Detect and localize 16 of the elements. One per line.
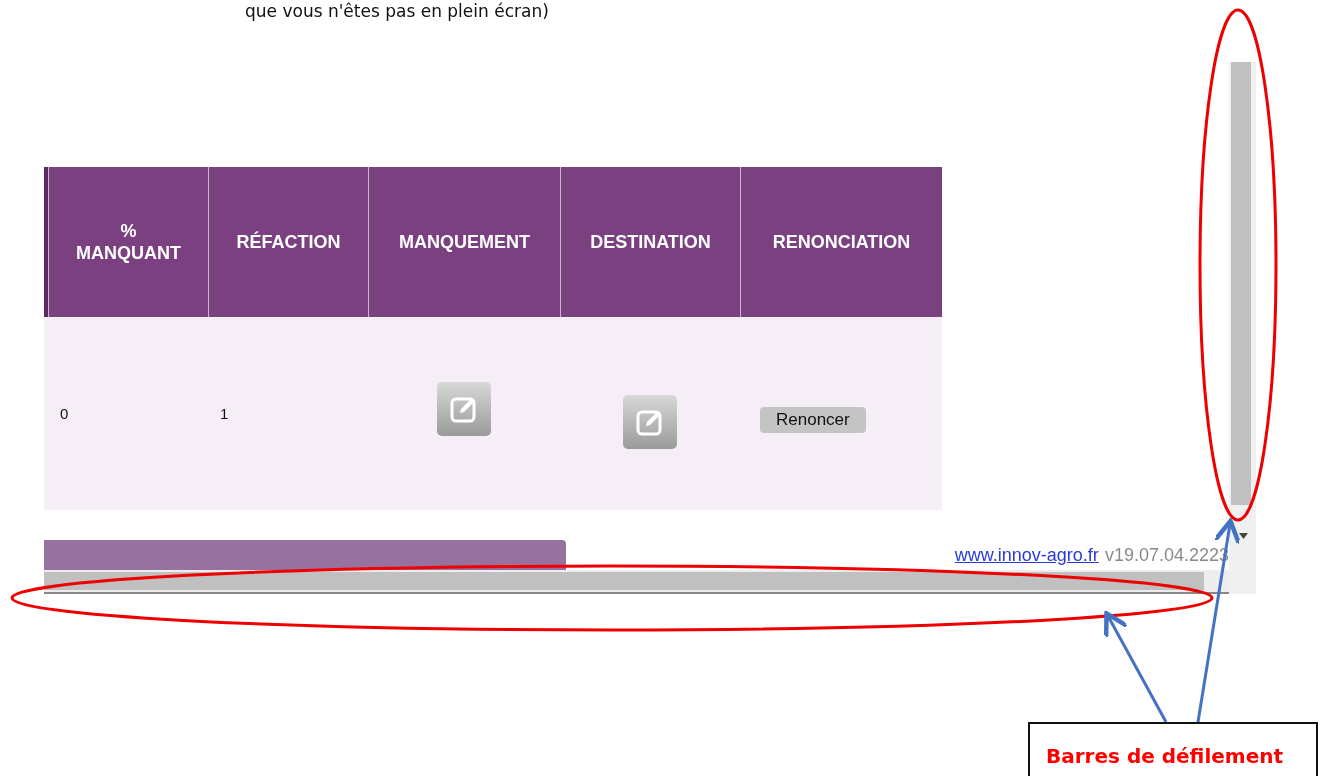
edit-button[interactable] bbox=[437, 381, 491, 436]
horizontal-scrollbar[interactable] bbox=[44, 570, 1229, 594]
caret-icon[interactable] bbox=[1239, 533, 1248, 539]
table-cell: 0 bbox=[60, 405, 69, 422]
column-header: MANQUEMENT bbox=[368, 167, 560, 317]
column-header: RENONCIATION bbox=[740, 167, 942, 317]
column-header: DESTINATION bbox=[560, 167, 740, 317]
website-link[interactable]: www.innov-agro.fr bbox=[954, 544, 1099, 566]
table-cell: 1 bbox=[220, 405, 229, 422]
callout-label: Barres de défilement bbox=[1028, 722, 1318, 776]
column-header: % MANQUANT bbox=[48, 167, 208, 317]
caption-text: que vous n'êtes pas en plein écran) bbox=[245, 0, 549, 22]
column-header: RÉFACTION bbox=[208, 167, 368, 317]
renounce-button[interactable]: Renoncer bbox=[760, 406, 866, 433]
vertical-scrollbar[interactable] bbox=[1231, 62, 1251, 505]
edit-button[interactable] bbox=[623, 394, 677, 449]
